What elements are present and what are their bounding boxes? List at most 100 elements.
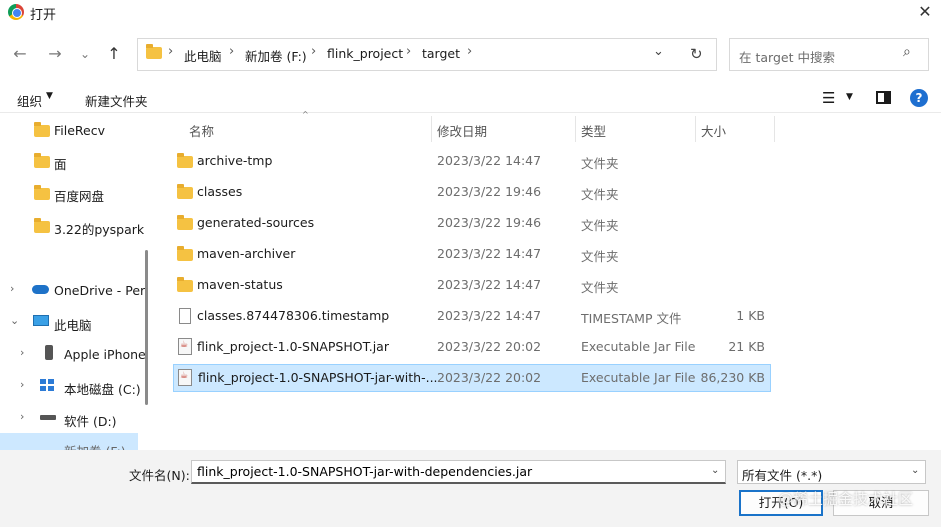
- drive-icon: [40, 415, 56, 420]
- chevron-right-icon[interactable]: ›: [20, 378, 24, 391]
- close-button[interactable]: ✕: [914, 2, 936, 22]
- column-divider[interactable]: [695, 116, 696, 142]
- sidebar-item-drive-d[interactable]: › 软件 (D:): [10, 404, 150, 432]
- sidebar-item-label: FileRecv: [54, 123, 106, 138]
- windows-drive-icon: [40, 379, 54, 391]
- back-arrow-icon[interactable]: ←: [9, 42, 31, 66]
- chevron-right-icon[interactable]: ›: [311, 44, 316, 59]
- sidebar-item-label: 软件 (D:): [64, 414, 117, 429]
- file-row[interactable]: maven-archiver 2023/3/22 14:47 文件夹: [173, 240, 771, 268]
- breadcrumb-target[interactable]: target: [422, 46, 460, 61]
- file-size: 21 KB: [728, 339, 765, 354]
- file-row[interactable]: maven-status 2023/3/22 14:47 文件夹: [173, 271, 771, 299]
- caret-down-icon[interactable]: ▼: [46, 91, 53, 101]
- chevron-right-icon[interactable]: ›: [406, 44, 411, 59]
- computer-icon: [33, 315, 49, 326]
- sidebar-item-label: OneDrive - Per: [54, 283, 146, 298]
- chevron-down-icon[interactable]: ⌄: [711, 465, 719, 476]
- file-type: Executable Jar File: [581, 370, 696, 385]
- chevron-right-icon[interactable]: ›: [229, 44, 234, 59]
- folder-icon: [177, 277, 193, 292]
- sidebar-item-drive-c[interactable]: › 本地磁盘 (C:): [10, 372, 150, 400]
- refresh-icon[interactable]: ↻: [690, 45, 703, 63]
- chevron-right-icon[interactable]: ›: [10, 282, 14, 295]
- breadcrumb-this-pc[interactable]: 此电脑: [184, 46, 222, 65]
- chevron-right-icon[interactable]: ›: [20, 346, 24, 359]
- sidebar-item-label: 百度网盘: [54, 189, 105, 204]
- file-date: 2023/3/22 14:47: [437, 308, 542, 323]
- file-name: generated-sources: [197, 215, 315, 230]
- sidebar-item-label: 面: [54, 157, 67, 172]
- preview-pane-icon[interactable]: [876, 91, 891, 104]
- column-header-size[interactable]: 大小: [701, 121, 726, 140]
- sidebar-item-drive-f[interactable]: 新加卷 (F:): [10, 436, 150, 450]
- sidebar-item-label: 3.22的pyspark: [54, 222, 145, 237]
- search-icon[interactable]: ⌕: [903, 44, 921, 62]
- file-type: Executable Jar File: [581, 339, 696, 354]
- sidebar-scrollbar[interactable]: [145, 250, 148, 405]
- column-divider[interactable]: [431, 116, 432, 142]
- file-type: 文件夹: [581, 218, 619, 233]
- sidebar-item-baidu-netdisk[interactable]: 百度网盘: [0, 179, 140, 207]
- forward-arrow-icon[interactable]: →: [44, 42, 66, 66]
- file-name: archive-tmp: [197, 153, 273, 168]
- help-icon[interactable]: ?: [910, 89, 928, 107]
- cloud-icon: [32, 285, 49, 294]
- folder-icon: [34, 185, 50, 200]
- file-row[interactable]: classes.874478306.timestamp 2023/3/22 14…: [173, 302, 771, 330]
- column-divider[interactable]: [575, 116, 576, 142]
- file-date: 2023/3/22 14:47: [437, 277, 542, 292]
- file-name: maven-archiver: [197, 246, 296, 261]
- chevron-right-icon[interactable]: ›: [467, 44, 472, 59]
- new-folder-button[interactable]: 新建文件夹: [85, 91, 148, 110]
- file-date: 2023/3/22 20:02: [437, 370, 542, 385]
- watermark: @稀土掘金技术社区: [778, 490, 914, 508]
- breadcrumb-flink-project[interactable]: flink_project: [327, 46, 403, 61]
- java-jar-icon: [178, 369, 192, 386]
- file-row[interactable]: classes 2023/3/22 19:46 文件夹: [173, 178, 771, 206]
- sidebar-item-label: Apple iPhone: [64, 347, 146, 362]
- sidebar-item-pyspark[interactable]: 3.22的pyspark: [0, 212, 144, 240]
- file-name: flink_project-1.0-SNAPSHOT-jar-with-...: [198, 370, 438, 385]
- sidebar-item-this-pc[interactable]: ⌄ 此电脑: [0, 308, 140, 336]
- view-options-icon[interactable]: ☰: [822, 89, 835, 107]
- column-header-name[interactable]: 名称: [189, 121, 214, 140]
- folder-icon: [146, 44, 162, 59]
- organize-button[interactable]: 组织: [17, 91, 42, 110]
- file-row[interactable]: flink_project-1.0-SNAPSHOT.jar 2023/3/22…: [173, 333, 771, 361]
- file-row-selected[interactable]: flink_project-1.0-SNAPSHOT-jar-with-... …: [173, 364, 771, 392]
- window-title: 打开: [30, 8, 57, 23]
- file-icon: [179, 308, 191, 324]
- folder-icon: [177, 215, 193, 230]
- sidebar-item-label: 此电脑: [54, 318, 92, 333]
- phone-icon: [45, 345, 53, 360]
- caret-down-icon[interactable]: ▼: [846, 92, 853, 102]
- file-date: 2023/3/22 14:47: [437, 246, 542, 261]
- sidebar-item-filerecv[interactable]: FileRecv: [0, 116, 140, 144]
- breadcrumb-drive-f[interactable]: 新加卷 (F:): [245, 46, 307, 65]
- java-jar-icon: [178, 338, 192, 355]
- up-arrow-icon[interactable]: ↑: [103, 42, 125, 66]
- sidebar-item-label: 本地磁盘 (C:): [64, 382, 141, 397]
- file-row[interactable]: archive-tmp 2023/3/22 14:47 文件夹: [173, 147, 771, 175]
- folder-icon: [177, 153, 193, 168]
- file-type: TIMESTAMP 文件: [581, 311, 682, 326]
- column-header-modified[interactable]: 修改日期: [437, 121, 487, 140]
- sidebar-item-desktop[interactable]: 面: [0, 147, 140, 175]
- sidebar-item-apple-iphone[interactable]: › Apple iPhone: [10, 340, 150, 368]
- chevron-down-icon[interactable]: ⌄: [911, 465, 919, 476]
- file-name: classes: [197, 184, 243, 199]
- recent-locations-icon[interactable]: ⌄: [74, 42, 96, 66]
- folder-icon: [34, 153, 50, 168]
- address-dropdown-icon[interactable]: ⌄: [653, 44, 664, 59]
- sidebar-item-onedrive[interactable]: › OneDrive - Per: [0, 276, 145, 304]
- folder-icon: [34, 122, 50, 137]
- column-header-type[interactable]: 类型: [581, 121, 606, 140]
- filename-input[interactable]: [191, 460, 726, 484]
- file-row[interactable]: generated-sources 2023/3/22 19:46 文件夹: [173, 209, 771, 237]
- file-date: 2023/3/22 19:46: [437, 215, 542, 230]
- column-divider[interactable]: [774, 116, 775, 142]
- chevron-right-icon[interactable]: ›: [20, 410, 24, 423]
- chevron-down-icon[interactable]: ⌄: [10, 314, 19, 327]
- file-name: classes.874478306.timestamp: [197, 308, 390, 323]
